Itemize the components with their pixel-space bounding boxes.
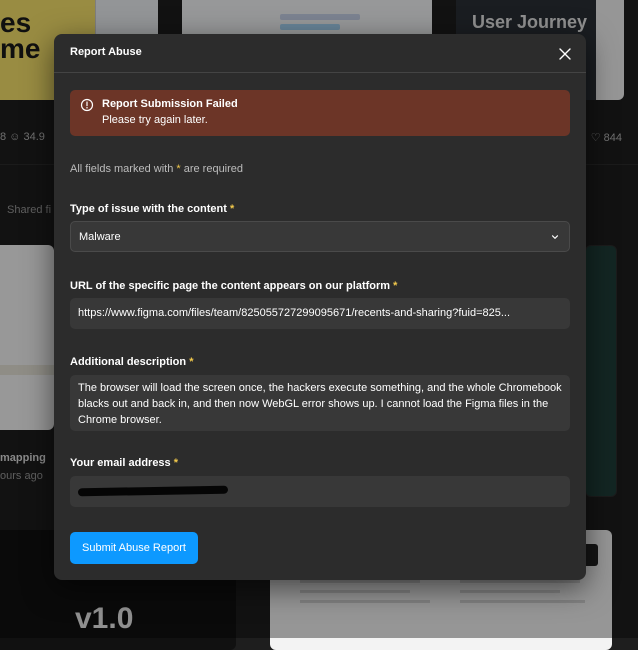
alert-message: Please try again later.: [102, 114, 208, 126]
issue-type-label: Type of issue with the content *: [70, 203, 235, 215]
description-label: Additional description *: [70, 356, 194, 368]
description-value: The browser will load the screen once, t…: [78, 382, 562, 426]
chevron-down-icon: [551, 235, 559, 239]
redaction-mark: [77, 485, 229, 497]
error-alert: Report Submission Failed Please try agai…: [70, 90, 570, 136]
dialog-header: Report Abuse: [54, 34, 586, 73]
description-textarea[interactable]: The browser will load the screen once, t…: [70, 375, 570, 431]
close-button[interactable]: [554, 43, 576, 65]
url-label: URL of the specific page the content app…: [70, 280, 398, 292]
email-input[interactable]: [70, 476, 570, 507]
url-input[interactable]: https://www.figma.com/files/team/8250557…: [70, 298, 570, 329]
close-icon: [559, 48, 571, 60]
alert-title: Report Submission Failed: [102, 98, 238, 110]
required-note: All fields marked with * are required: [70, 163, 244, 175]
issue-type-value: Malware: [79, 231, 121, 243]
dialog-title: Report Abuse: [70, 46, 142, 58]
email-label: Your email address *: [70, 457, 179, 469]
report-abuse-dialog: Report Abuse Report Submission Failed Pl…: [54, 34, 586, 580]
submit-abuse-report-button[interactable]: Submit Abuse Report: [70, 532, 198, 564]
issue-type-select[interactable]: Malware: [70, 221, 570, 252]
url-value: https://www.figma.com/files/team/8250557…: [78, 307, 511, 319]
alert-circle-icon: [80, 98, 94, 112]
